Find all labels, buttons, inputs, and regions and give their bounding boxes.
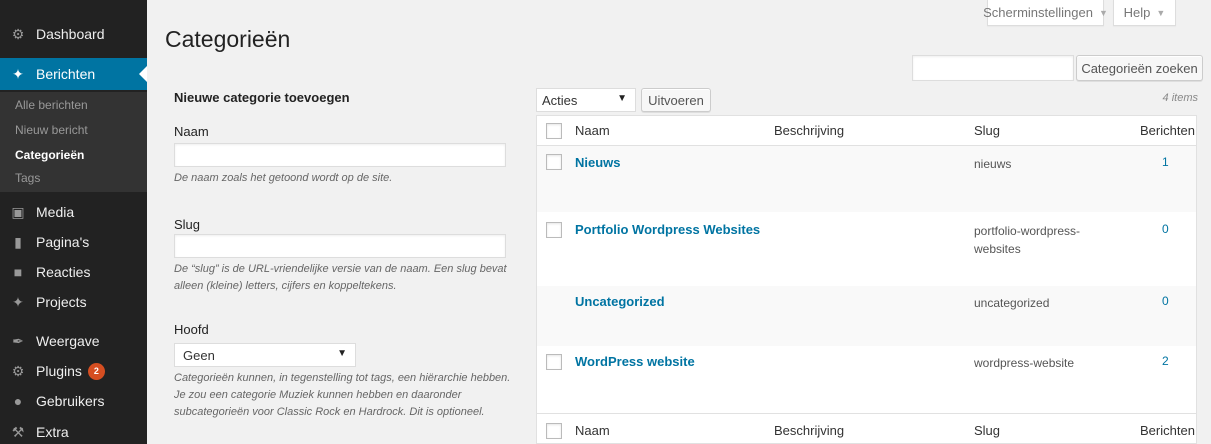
menu-reacties-label: Reacties [36, 264, 91, 280]
menu-dashboard-label: Dashboard [36, 26, 105, 42]
menu-dashboard[interactable]: ⚙ Dashboard [0, 18, 147, 50]
category-name-link[interactable]: Uncategorized [575, 294, 665, 309]
table-header-row: Naam Beschrijving Slug Berichten [537, 116, 1196, 146]
user-icon: ● [13, 393, 23, 409]
menu-media-label: Media [36, 204, 75, 220]
select-all-checkbox-footer[interactable] [546, 423, 562, 439]
row-checkbox[interactable] [546, 154, 562, 170]
category-name-link[interactable]: Portfolio Wordpress Websites [575, 222, 760, 237]
category-slug: uncategorized [974, 296, 1050, 310]
menu-extra-label: Extra [36, 424, 69, 440]
screen-options-toggle[interactable]: Scherminstellingen ▼ [983, 0, 1108, 26]
admin-sidebar: ⚙ Dashboard ✦ Berichten Alle berichten N… [0, 0, 147, 444]
add-category-heading: Nieuwe categorie toevoegen [174, 90, 350, 105]
submenu-new-post[interactable]: Nieuw bericht [15, 123, 88, 137]
menu-media[interactable]: ▣ Media [0, 196, 147, 228]
menu-plugins[interactable]: ⚙ Plugins 2 [0, 355, 147, 387]
category-name-link[interactable]: Nieuws [575, 155, 621, 170]
column-beschrijving[interactable]: Beschrijving [774, 123, 844, 138]
slug-description: De “slug” is de URL-vriendelijke versie … [174, 263, 507, 292]
dropdown-arrow-icon: ▼ [617, 93, 627, 104]
select-all-checkbox[interactable] [546, 123, 562, 139]
column-slug[interactable]: Slug [974, 123, 1000, 138]
category-slug: wordpress-website [974, 356, 1075, 370]
caret-down-icon: ▼ [1098, 7, 1108, 18]
category-slug: nieuws [974, 157, 1012, 171]
name-description: De naam zoals het getoond wordt op de si… [174, 172, 393, 184]
row-checkbox[interactable] [546, 354, 562, 370]
menu-gebruikers-label: Gebruikers [36, 393, 105, 409]
menu-weergave-label: Weergave [36, 333, 100, 349]
menu-paginas-label: Pagina's [36, 234, 90, 250]
menu-plugins-label: Plugins [36, 363, 82, 379]
slug-field[interactable] [174, 234, 506, 258]
category-slug: portfolio-wordpress-websites [974, 224, 1081, 256]
column-naam[interactable]: Naam [575, 123, 610, 138]
bulk-actions-select[interactable]: Acties ▼ [536, 88, 636, 112]
help-toggle[interactable]: Help ▼ [1113, 0, 1176, 26]
paintbrush-icon: ✒ [12, 332, 24, 349]
main-content: Scherminstellingen ▼ Help ▼ Categorieën Ca… [147, 0, 1211, 444]
pin-icon: ✦ [12, 293, 24, 310]
table-row: Portfolio Wordpress Websites portfolio-w… [537, 212, 1196, 286]
column-naam-footer[interactable]: Naam [575, 423, 610, 438]
menu-gebruikers[interactable]: ● Gebruikers [0, 385, 147, 417]
column-berichten[interactable]: Berichten [1140, 123, 1195, 138]
menu-reacties[interactable]: ■ Reacties [0, 256, 147, 288]
row-checkbox[interactable] [546, 222, 562, 238]
category-post-count[interactable]: 0 [1162, 222, 1169, 236]
wrench-icon: ⚒ [11, 423, 25, 440]
table-row: Nieuws nieuws 1 [537, 146, 1196, 212]
table-row: WordPress website wordpress-website 2 [537, 346, 1196, 413]
plugin-icon: ⚙ [11, 362, 25, 379]
dashboard-icon: ⚙ [11, 25, 25, 42]
parent-select[interactable]: Geen ▼ [174, 343, 356, 367]
category-search-input[interactable] [912, 55, 1074, 81]
update-count-badge: 2 [87, 362, 105, 380]
apply-bulk-button[interactable]: Uitvoeren [641, 88, 711, 112]
search-categories-button[interactable]: Categorieën zoeken [1076, 55, 1203, 81]
table-row: Uncategorized uncategorized 0 [537, 286, 1196, 346]
category-post-count[interactable]: 1 [1162, 155, 1169, 169]
bulk-actions-value: Acties [542, 92, 578, 108]
pin-icon: ✦ [12, 65, 24, 82]
page-icon: ▮ [14, 233, 22, 250]
menu-berichten-label: Berichten [36, 66, 96, 82]
name-field[interactable] [174, 143, 506, 167]
menu-projects-label: Projects [36, 294, 87, 310]
items-count: 4 items [1162, 92, 1198, 104]
category-post-count[interactable]: 2 [1162, 354, 1169, 368]
category-name-link[interactable]: WordPress website [575, 354, 695, 369]
column-berichten-footer[interactable]: Berichten [1140, 423, 1195, 438]
categories-table: Naam Beschrijving Slug Berichten Nieuws … [536, 115, 1197, 444]
dropdown-arrow-icon: ▼ [337, 348, 347, 359]
submenu-tags[interactable]: Tags [15, 171, 40, 185]
slug-label: Slug [174, 217, 201, 232]
column-beschrijving-footer[interactable]: Beschrijving [774, 423, 844, 438]
caret-down-icon: ▼ [1156, 7, 1166, 18]
comment-icon: ■ [13, 264, 23, 280]
category-post-count[interactable]: 0 [1162, 294, 1169, 308]
submenu-all-posts[interactable]: Alle berichten [15, 98, 88, 112]
table-footer-row: Naam Beschrijving Slug Berichten [537, 413, 1196, 443]
page-title: Categorieën [165, 26, 291, 52]
name-label: Naam [174, 124, 209, 139]
menu-berichten[interactable]: ✦ Berichten [0, 58, 147, 90]
column-slug-footer[interactable]: Slug [974, 423, 1000, 438]
screen-options-label: Scherminstellingen [983, 5, 1093, 20]
submenu-categories[interactable]: Categorieën [15, 148, 84, 162]
menu-extra[interactable]: ⚒ Extra [0, 416, 147, 444]
help-label: Help [1123, 5, 1151, 20]
parent-label: Hoofd [174, 322, 209, 337]
media-icon: ▣ [11, 203, 25, 220]
parent-select-value: Geen [183, 347, 215, 363]
menu-weergave[interactable]: ✒ Weergave [0, 325, 147, 357]
menu-paginas[interactable]: ▮ Pagina's [0, 226, 147, 258]
parent-description: Categorieën kunnen, in tegenstelling tot… [174, 372, 511, 418]
posts-submenu: Alle berichten Nieuw bericht Categorieën… [0, 92, 147, 192]
menu-projects[interactable]: ✦ Projects [0, 286, 147, 318]
